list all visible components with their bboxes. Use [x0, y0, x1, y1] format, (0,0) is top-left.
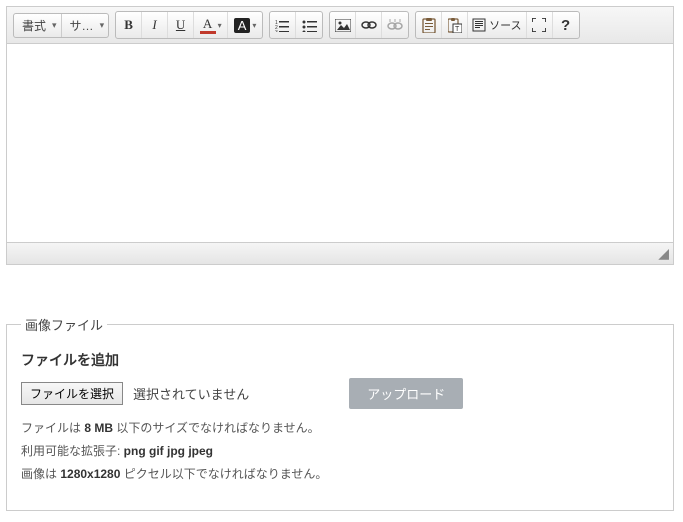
format-group: 書式 ▾ サ… ▾ — [13, 13, 109, 38]
size-hint: ファイルは 8 MB 以下のサイズでなければなりません。 — [21, 419, 659, 436]
fieldset-legend: 画像ファイル — [21, 315, 107, 334]
dim-hint: 画像は 1280x1280 ピクセル以下でなければなりません。 — [21, 465, 659, 482]
list-group: 123 — [269, 11, 323, 39]
size-dropdown[interactable]: サ… ▾ — [62, 14, 109, 37]
italic-button[interactable]: I — [142, 12, 168, 38]
insert-group — [329, 11, 409, 39]
text-color-button[interactable]: A ▾ — [194, 12, 228, 38]
font-style-group: B I U A ▾ A ▾ — [115, 11, 263, 39]
maximize-button[interactable] — [527, 12, 553, 38]
bullet-list-icon — [302, 19, 317, 32]
source-button[interactable]: ソース — [468, 12, 526, 38]
size-label: サ… — [70, 17, 94, 34]
editor-content-area[interactable] — [7, 44, 673, 242]
choose-file-button[interactable]: ファイルを選択 — [21, 382, 123, 405]
link-button[interactable] — [356, 12, 382, 38]
chain-link-icon — [361, 20, 377, 30]
chevron-down-icon: ▾ — [252, 21, 256, 30]
image-icon — [335, 19, 351, 32]
clipboard-icon — [422, 18, 436, 33]
add-file-heading: ファイルを追加 — [21, 350, 659, 370]
editor-toolbar: 書式 ▾ サ… ▾ B I U A ▾ A ▾ 123 — [7, 7, 673, 44]
file-select-row: ファイルを選択 選択されていません アップロード — [21, 378, 659, 409]
paste-word-button[interactable] — [416, 12, 442, 38]
unlink-icon — [387, 19, 403, 31]
svg-text:T: T — [455, 26, 460, 33]
resize-handle[interactable]: ◢ — [658, 245, 669, 262]
no-file-text: 選択されていません — [133, 384, 249, 403]
maximize-icon — [532, 18, 546, 32]
tools-group: T ソース ? — [415, 11, 579, 39]
ext-hint: 利用可能な拡張子: png gif jpg jpeg — [21, 442, 659, 459]
numbered-list-icon: 123 — [275, 19, 290, 32]
help-button[interactable]: ? — [553, 12, 579, 38]
upload-button[interactable]: アップロード — [349, 378, 463, 409]
text-color-icon: A — [200, 17, 216, 34]
source-label: ソース — [489, 17, 521, 33]
image-button[interactable] — [330, 12, 356, 38]
paste-plain-icon: T — [448, 18, 462, 33]
editor-footer: ◢ — [7, 242, 673, 264]
ordered-list-button[interactable]: 123 — [270, 12, 296, 38]
bg-color-icon: A — [234, 18, 251, 33]
source-icon — [472, 18, 486, 32]
image-file-fieldset: 画像ファイル ファイルを追加 ファイルを選択 選択されていません アップロード … — [6, 315, 674, 511]
format-dropdown[interactable]: 書式 ▾ — [14, 14, 62, 37]
chevron-down-icon: ▾ — [52, 20, 57, 31]
chevron-down-icon: ▾ — [218, 21, 222, 30]
unordered-list-button[interactable] — [296, 12, 322, 38]
bg-color-button[interactable]: A ▾ — [228, 12, 262, 38]
svg-text:3: 3 — [275, 30, 278, 32]
paste-text-button[interactable]: T — [442, 12, 468, 38]
chevron-down-icon: ▾ — [100, 20, 105, 31]
bold-button[interactable]: B — [116, 12, 142, 38]
unlink-button[interactable] — [382, 12, 408, 38]
rich-text-editor: 書式 ▾ サ… ▾ B I U A ▾ A ▾ 123 — [6, 6, 674, 265]
format-label: 書式 — [22, 17, 46, 34]
underline-button[interactable]: U — [168, 12, 194, 38]
